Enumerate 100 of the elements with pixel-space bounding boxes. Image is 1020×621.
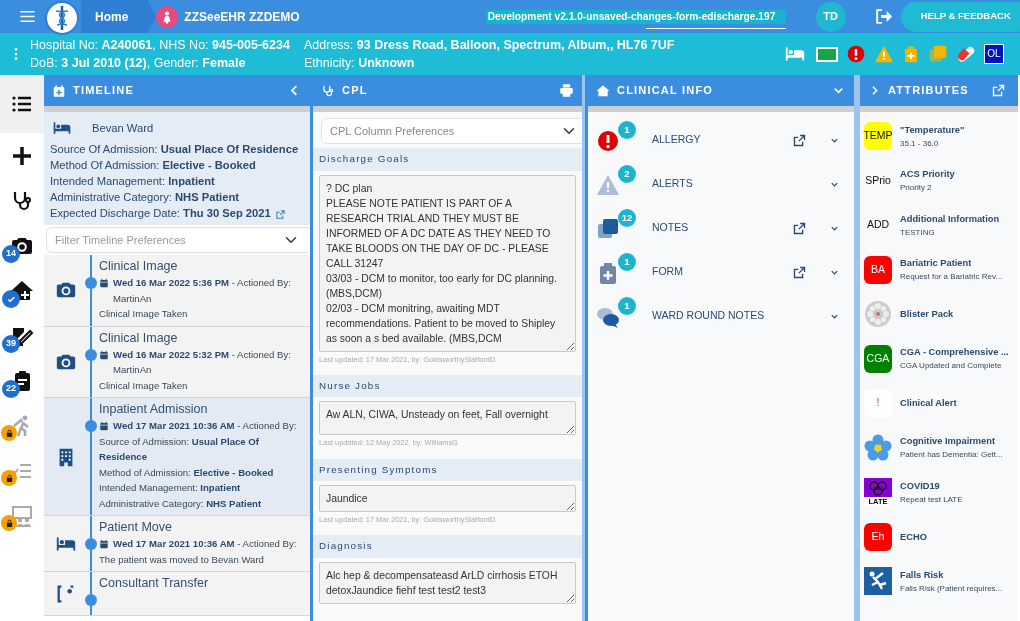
preferences-select[interactable]: CPL Column Preferences [321, 118, 582, 144]
count-badge: 2 [618, 165, 636, 183]
info-row[interactable]: 2 ALERTS [588, 162, 854, 206]
timeline-dot [85, 348, 97, 361]
attribute-detail: Request for a Bariatric Rev... [900, 271, 1003, 284]
info-label: ALERTS [651, 176, 694, 192]
sidebar-item[interactable]: 22 [0, 358, 44, 403]
lock-badge [1, 515, 17, 531]
event-title: Clinical Image [99, 329, 179, 347]
attribute-name: Falls Risk [900, 568, 945, 582]
attribute-detail: Priority 2 [900, 182, 933, 195]
warning-icon [596, 173, 620, 197]
warning-icon[interactable] [874, 44, 894, 64]
attribute-name: Bariatric Patient [900, 257, 973, 271]
attribute-detail: TESTING [900, 226, 936, 239]
attribute-name: CGA - Comprehensive ... [900, 346, 1009, 360]
attribute-name: ACS Priority [900, 168, 955, 182]
attribute-badge: Eh [864, 522, 892, 551]
info-row[interactable]: 1 WARD ROUND NOTES [588, 294, 854, 338]
stethoscope-icon [321, 83, 335, 98]
text-area[interactable]: Jaundice [319, 485, 576, 513]
section-heading: Discharge Goals [313, 148, 582, 171]
timeline-event[interactable]: Clinical Image Wed 16 Mar 2022 5:32 PM - Actioned By: MartinAn Clinical Image Taken [44, 326, 310, 398]
house-icon [596, 83, 610, 98]
sidebar-item[interactable] [0, 75, 44, 133]
admission-detail: Source Of Admission: Usual Place Of Residence [50, 143, 299, 155]
attribute-detail: CGA Updated and Complete [900, 360, 1003, 373]
text-area[interactable]: ? DC plan PLEASE NOTE PATIENT IS PART OF A RESEARCH TRIAL AND THEY MUST BE INFORMED OF A DC DATE AS THEY NEED TO TAKE BLOODS ON THE DAY OF DC - PLEASE CALL 31247 03/03 - DCM to monitor, too early for DC planning. (MBS,DCM) 02/03 - DCM monitring, awaiting MDT recommendations. Patient to be moved to Shipley as soon a s bed available. (MBS,DCM [319, 174, 576, 352]
count-badge: 1 [618, 121, 636, 139]
admission-detail: Administrative Category: NHS Patient [50, 191, 239, 203]
flower-icon [864, 433, 892, 462]
admission-detail: Expected Discharge Date: Thu 30 Sep 2021 [50, 207, 271, 219]
attribute-name: ECHO [900, 530, 927, 544]
panel-title: ATTRIBUTES [888, 83, 970, 99]
info-row[interactable]: 12 NOTES [588, 206, 854, 250]
timeline-event[interactable]: Consultant Transfer [44, 572, 310, 616]
event-detail: Source of Admission: Usual Place Of Residence [99, 434, 260, 464]
event-time: Wed 17 Mar 2021 10:36 AM - Actioned By: [113, 419, 298, 433]
user-badge[interactable]: OL [984, 44, 1004, 64]
attribute-name: "Temperature" [900, 123, 965, 137]
event-time: Wed 17 Mar 2021 10:36 AM - Actioned By: [113, 537, 297, 551]
ward-name: Bevan Ward [92, 121, 154, 136]
event-detail: Intended Management: Inpatient [99, 481, 242, 495]
print-button[interactable] [559, 83, 574, 98]
lock-badge [1, 470, 17, 486]
edit-button[interactable] [274, 208, 286, 220]
event-detail: Administrative Category: NHS Patient [99, 496, 263, 511]
event-time: Wed 16 Mar 2022 5:36 PM - Actioned By: MartinAn [113, 276, 292, 306]
patient-avatar [156, 5, 179, 28]
allergy-icon[interactable] [846, 44, 866, 64]
open-button[interactable] [792, 264, 807, 280]
info-label: ALLERGY [651, 132, 702, 148]
patient-detail: DoB: 3 Jul 2010 (12), Gender: Female [30, 55, 247, 72]
count-badge: 1 [618, 253, 636, 271]
text-area[interactable]: Aw ALN, CIWA, Unsteady on feet, Fall overnight [319, 401, 576, 436]
info-label: NOTES [651, 220, 690, 236]
event-detail: The patient was moved to Bevan Ward [99, 552, 265, 567]
timeline-event[interactable] [44, 398, 310, 516]
attribute-name: Clinical Alert [900, 397, 957, 411]
info-row[interactable]: 1 ALLERGY [588, 118, 854, 162]
event-title: Clinical Image [99, 258, 179, 275]
text-area[interactable]: Alc hep & decompensateasd ArLD cirrhosis ETOH detoxJaundice fiehf test test2 test3 [319, 562, 576, 605]
open-button[interactable] [792, 132, 807, 148]
external-link-icon [792, 220, 807, 236]
form-icon[interactable] [902, 44, 920, 64]
attribute-detail: Falls Risk (Patient requires... [900, 582, 1003, 595]
print-icon [559, 83, 574, 98]
logo [45, 0, 79, 35]
sidebar-item[interactable]: 14 [0, 223, 44, 268]
count-badge: 1 [618, 297, 636, 315]
section-heading: Nurse Jobs [313, 374, 582, 398]
attribute-code: SPrio [864, 172, 892, 188]
status-indicator[interactable] [816, 46, 838, 62]
attribute-detail: Patient has Dementia: Gett... [900, 449, 1003, 462]
notes-icon [596, 217, 620, 241]
section-heading: Diagnosis [313, 535, 582, 559]
timeline-dot [85, 420, 97, 432]
admission-detail: Method Of Admission: Elective - Booked [50, 159, 256, 171]
logout-icon [873, 7, 893, 26]
info-label: FORM [651, 264, 684, 280]
timeline-event[interactable]: Clinical Image Wed 16 Mar 2022 5:36 PM - Actioned By: MartinAn Clinical Image Taken [44, 255, 310, 327]
attribute-name: Cognitive Impairment [900, 435, 997, 449]
chat-icon [596, 305, 620, 329]
info-row[interactable]: 1 FORM [588, 250, 854, 294]
timeline-dot [85, 277, 97, 289]
event-time: Wed 16 Mar 2022 5:32 PM - Actioned By: MartinAn [113, 347, 292, 377]
sidebar-item[interactable]: 39 [0, 313, 44, 358]
timeline-dot [85, 594, 97, 606]
external-link-icon [274, 208, 286, 220]
logout-button[interactable] [873, 7, 893, 26]
attribute-name: COVID19 [900, 479, 941, 493]
patient-detail: Hospital No: A240061, NHS No: 945-005-6234 [30, 37, 291, 54]
home-link[interactable]: Home [81, 0, 157, 33]
presentation-icon [10, 503, 34, 528]
open-button[interactable] [792, 220, 807, 236]
version-label: Development v2.1.0-unsaved-changes-form-edischarge.197 [485, 9, 786, 24]
event-title: Consultant Transfer [99, 575, 209, 592]
attribute-badge: BA [864, 255, 892, 284]
timeline-event[interactable]: Patient Move Wed 17 Mar 2021 10:36 AM - Actioned By: The patient was moved to Bevan Ward [44, 516, 310, 572]
patient-detail: Ethnicity: Unknown [304, 55, 416, 72]
